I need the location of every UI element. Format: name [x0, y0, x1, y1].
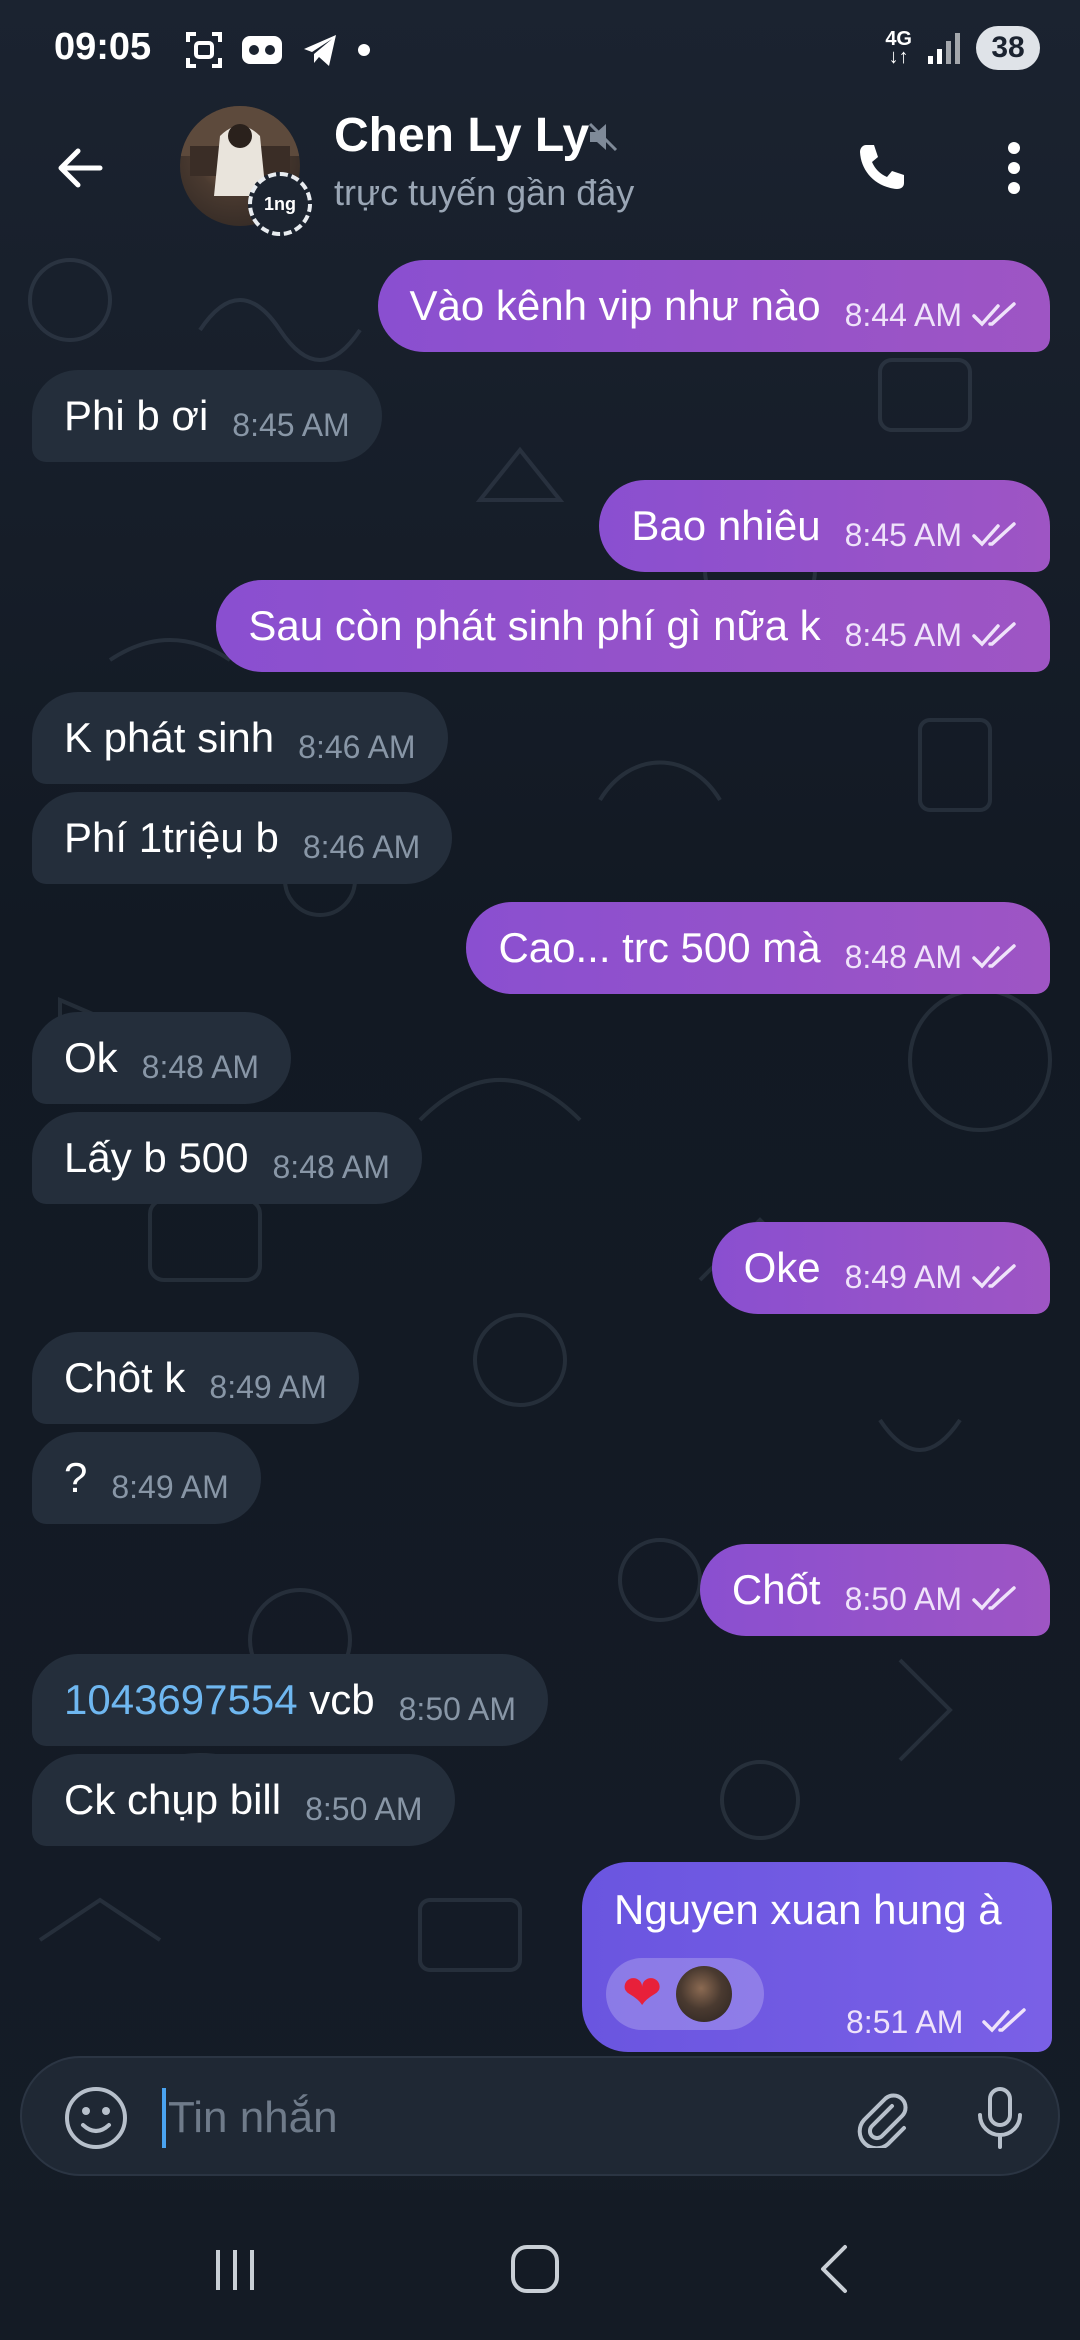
- network-type: 4G ↓↑: [885, 28, 912, 68]
- message-text: ?: [64, 1454, 88, 1501]
- read-ticks-icon: [972, 522, 1016, 547]
- system-navigation-bar: [0, 2190, 1080, 2340]
- dot-icon: [358, 44, 370, 56]
- emoji-button[interactable]: [58, 2080, 134, 2156]
- heart-reaction-icon: ❤: [622, 1967, 663, 2020]
- message-time: 8:48 AM: [272, 1148, 390, 1185]
- message-incoming[interactable]: Phí 1triệu b 8:46 AM: [32, 792, 453, 884]
- battery-level: 38: [976, 26, 1040, 70]
- muted-icon: [588, 122, 618, 152]
- more-menu-button[interactable]: [984, 130, 1044, 206]
- smiley-icon: [65, 2087, 127, 2149]
- message-text: K phát sinh: [64, 714, 275, 761]
- read-ticks-icon: [972, 944, 1016, 969]
- reactor-avatar: [676, 1966, 733, 2022]
- message-text: Sau còn phát sinh phí gì nữa k: [248, 602, 821, 649]
- message-reaction[interactable]: ❤: [606, 1958, 764, 2030]
- read-ticks-icon: [972, 1586, 1016, 1611]
- message-text: Ok: [64, 1034, 118, 1081]
- voice-record-button[interactable]: [962, 2080, 1038, 2156]
- message-outgoing[interactable]: Oke 8:49 AM: [711, 1222, 1050, 1314]
- status-bar: 09:05 4G ↓↑ 38: [0, 0, 1080, 100]
- read-ticks-icon: [972, 302, 1016, 327]
- message-outgoing[interactable]: Cao... trc 500 mà 8:48 AM: [466, 902, 1050, 994]
- status-notification-icons: [184, 30, 372, 70]
- message-text: Vào kênh vip như nào: [409, 282, 821, 329]
- paperclip-icon: [857, 2093, 908, 2148]
- status-time: 09:05: [54, 26, 152, 68]
- message-outgoing-last[interactable]: Nguyen xuan hung à ❤ 8:51 AM: [582, 1862, 1052, 2052]
- message-text: 1043697554 vcb: [64, 1676, 375, 1723]
- message-time: 8:46 AM: [298, 728, 416, 765]
- message-incoming[interactable]: 1043697554 vcb 8:50 AM: [32, 1654, 549, 1746]
- message-outgoing[interactable]: Chốt 8:50 AM: [699, 1544, 1050, 1636]
- message-input[interactable]: [168, 2082, 828, 2154]
- message-outgoing[interactable]: Sau còn phát sinh phí gì nữa k 8:45 AM: [216, 580, 1050, 672]
- phone-icon: [860, 145, 904, 189]
- message-outgoing[interactable]: Bao nhiêu 8:45 AM: [599, 480, 1050, 572]
- message-text: Cao... trc 500 mà: [498, 924, 821, 971]
- attach-button[interactable]: [844, 2080, 920, 2156]
- arrow-left-icon: [58, 148, 103, 188]
- system-back-button[interactable]: [800, 2234, 870, 2304]
- story-badge[interactable]: 1ng: [248, 172, 312, 236]
- message-outgoing[interactable]: Vào kênh vip như nào 8:44 AM: [377, 260, 1050, 352]
- recents-icon: [216, 2250, 254, 2290]
- message-time: 8:45 AM: [844, 616, 962, 653]
- back-button[interactable]: [40, 128, 120, 208]
- read-ticks-icon: [972, 1264, 1016, 1289]
- message-text: Bao nhiêu: [631, 502, 821, 549]
- chat-screen: 09:05 4G ↓↑ 38 1ng Chen Ly Ly trực tuyến…: [0, 0, 1080, 2340]
- signal-icon: [928, 33, 960, 64]
- message-incoming[interactable]: Ok 8:48 AM: [32, 1012, 292, 1104]
- message-incoming[interactable]: ? 8:49 AM: [32, 1432, 261, 1524]
- contact-status: trực tuyến gần đây: [334, 172, 635, 213]
- account-number-link[interactable]: 1043697554: [64, 1676, 298, 1723]
- message-time: 8:48 AM: [844, 938, 962, 975]
- message-time: 8:45 AM: [232, 406, 350, 443]
- message-text: Oke: [743, 1244, 821, 1291]
- message-time: 8:50 AM: [305, 1790, 423, 1827]
- message-incoming[interactable]: Lấy b 500 8:48 AM: [32, 1112, 422, 1204]
- message-incoming[interactable]: Chôt k 8:49 AM: [32, 1332, 359, 1424]
- message-text: Phí 1triệu b: [64, 814, 279, 861]
- message-incoming[interactable]: Phi b ơi 8:45 AM: [32, 370, 382, 462]
- message-incoming[interactable]: Ck chụp bill 8:50 AM: [32, 1754, 455, 1846]
- message-time: 8:49 AM: [111, 1468, 229, 1505]
- message-time: 8:48 AM: [141, 1048, 260, 1085]
- message-text: Nguyen xuan hung à: [614, 1886, 1002, 1933]
- call-button[interactable]: [842, 130, 918, 206]
- telegram-icon: [304, 35, 336, 66]
- message-time: 8:45 AM: [844, 516, 962, 553]
- message-time: 8:50 AM: [398, 1690, 517, 1727]
- home-button[interactable]: [500, 2234, 570, 2304]
- recents-button[interactable]: [200, 2240, 270, 2300]
- microphone-icon: [978, 2087, 1022, 2149]
- message-composer: [20, 2056, 1060, 2176]
- chevron-left-icon: [821, 2245, 847, 2293]
- message-time: 8:44 AM: [844, 296, 962, 333]
- voicemail-icon: [242, 36, 282, 64]
- message-incoming[interactable]: K phát sinh 8:46 AM: [32, 692, 448, 784]
- message-text: Lấy b 500: [64, 1134, 249, 1181]
- message-time: 8:49 AM: [209, 1368, 327, 1405]
- status-system-icons: 4G ↓↑ 38: [885, 26, 1040, 70]
- message-time: 8:49 AM: [844, 1258, 962, 1295]
- more-vertical-icon: [1008, 142, 1020, 194]
- message-list[interactable]: Vào kênh vip như nào 8:44 AM Phi b ơi 8:…: [0, 250, 1080, 2052]
- contact-name[interactable]: Chen Ly Ly: [334, 108, 589, 163]
- screenshot-icon: [186, 32, 222, 68]
- message-text: Ck chụp bill: [64, 1776, 282, 1823]
- message-text: Chôt k: [64, 1354, 186, 1401]
- message-time: 8:51 AM: [846, 2004, 964, 2040]
- home-icon: [511, 2245, 559, 2293]
- read-ticks-icon: [982, 2008, 1026, 2033]
- text-cursor: [162, 2088, 166, 2148]
- message-time: 8:50 AM: [844, 1580, 962, 1617]
- message-text: Chốt: [731, 1566, 821, 1613]
- read-ticks-icon: [972, 622, 1016, 647]
- chat-header: 1ng Chen Ly Ly trực tuyến gần đây: [0, 100, 1080, 242]
- message-text: Phi b ơi: [64, 392, 209, 439]
- message-time: 8:46 AM: [302, 828, 421, 865]
